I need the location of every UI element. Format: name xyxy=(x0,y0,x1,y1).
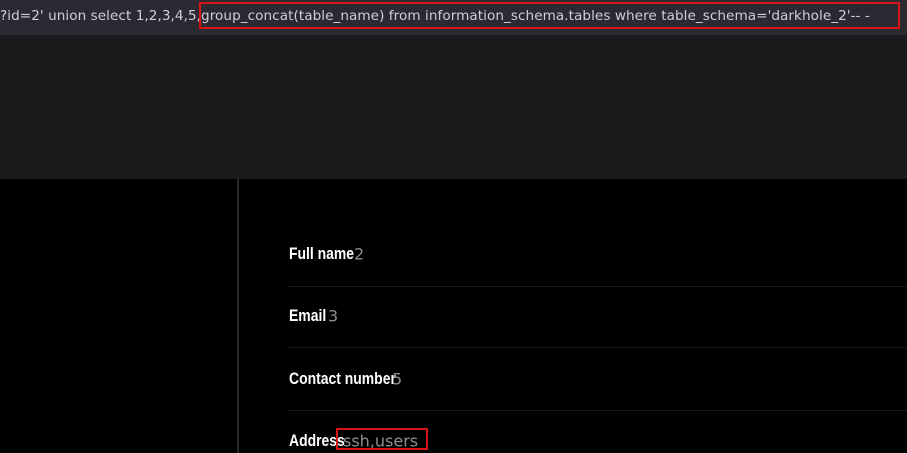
page-header-band xyxy=(0,35,907,179)
value-highlight-box xyxy=(336,428,428,450)
detail-value: 3 xyxy=(328,306,339,326)
url-highlight-box xyxy=(199,2,900,29)
detail-value: 2 xyxy=(354,244,365,264)
detail-row-full-name: Full name 2 xyxy=(289,223,907,285)
browser-viewport: ?id=2' union select 1,2,3,4,5,group_conc… xyxy=(0,0,907,453)
detail-row-contact-number: Contact number 5 xyxy=(289,348,907,410)
sidebar xyxy=(0,179,237,453)
detail-row-email: Email 3 xyxy=(289,285,907,347)
detail-value: 5 xyxy=(392,369,403,389)
profile-details: Full name 2 Email 3 Contact number 5 Add… xyxy=(239,179,907,453)
